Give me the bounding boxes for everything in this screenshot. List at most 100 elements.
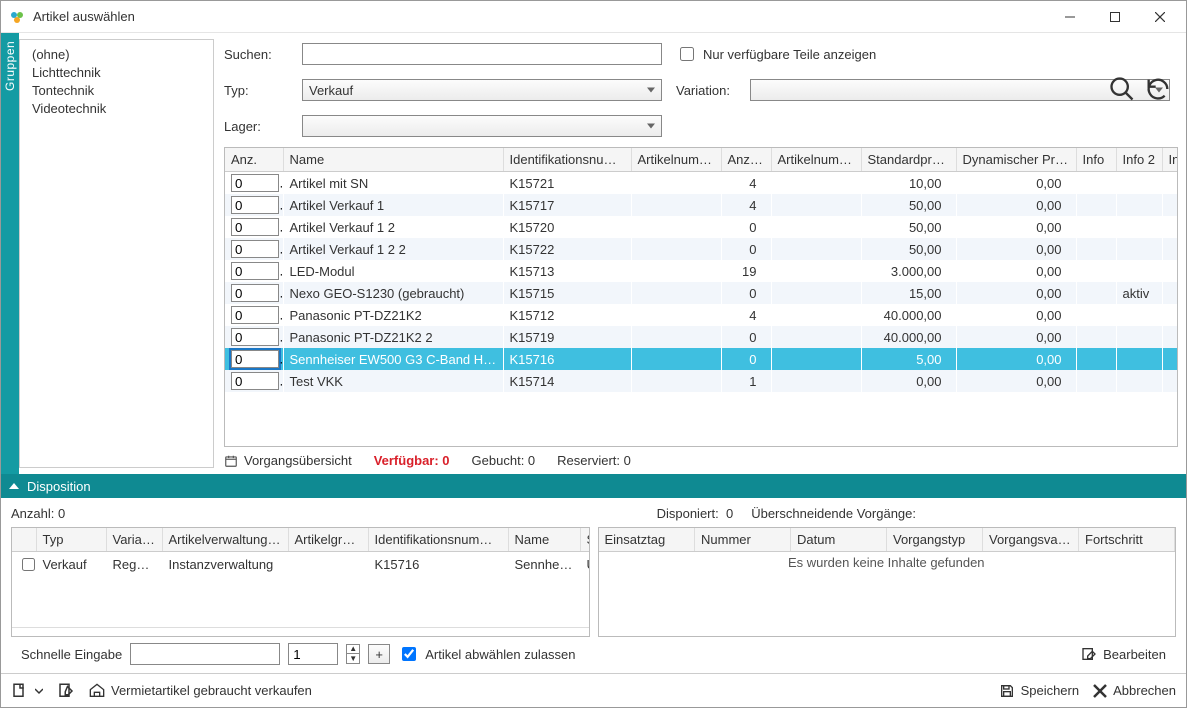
add-button[interactable]: + — [368, 644, 390, 664]
row-checkbox[interactable] — [22, 558, 35, 571]
overview-label[interactable]: Vorgangsübersicht — [244, 453, 352, 468]
table-row[interactable]: Panasonic PT-DZ21K2K15712440.000,000,00 — [225, 304, 1178, 326]
reset-icon[interactable] — [1144, 75, 1172, 103]
anz-input[interactable] — [231, 284, 279, 302]
cell — [1162, 282, 1178, 304]
column-header[interactable]: Vorgangstyp — [887, 528, 983, 552]
dispo-right-grid[interactable]: EinsatztagNummerDatumVorgangstypVorgangs… — [598, 527, 1177, 637]
cell — [1162, 216, 1178, 238]
column-header[interactable]: Info 2 — [1116, 148, 1162, 172]
edit-button[interactable]: Bearbeiten — [1081, 646, 1166, 662]
cell: Sennheiser EW500 G3 C-Band Handsen — [283, 348, 503, 370]
column-header[interactable]: Variation — [106, 528, 162, 552]
minimize-button[interactable] — [1047, 2, 1092, 32]
cell — [771, 370, 861, 392]
cell: K15722 — [503, 238, 631, 260]
article-table[interactable]: Anz.NameIdentifikationsnummerArtikelnumm… — [224, 147, 1178, 447]
stepper-up[interactable]: ▲ — [347, 645, 359, 654]
column-header[interactable]: Info — [1076, 148, 1116, 172]
column-header[interactable]: Identifikationsnummer — [368, 528, 508, 552]
cell: Artikel mit SN — [283, 172, 503, 195]
table-row[interactable]: Panasonic PT-DZ21K2 2K15719040.000,000,0… — [225, 326, 1178, 348]
column-header[interactable]: Se — [580, 528, 590, 552]
cell: 0,00 — [956, 238, 1076, 260]
new-document-button[interactable] — [11, 682, 43, 700]
column-header[interactable]: Standardpreis 1 — [861, 148, 956, 172]
dispo-left-grid[interactable]: TypVariationArtikelverwaltungsartArtikel… — [11, 527, 590, 637]
stock-dropdown[interactable] — [302, 115, 662, 137]
table-row[interactable]: LED-ModulK15713193.000,000,00 — [225, 260, 1178, 282]
column-header[interactable] — [12, 528, 36, 552]
column-header[interactable]: Anz. — [225, 148, 283, 172]
stepper-down[interactable]: ▼ — [347, 654, 359, 663]
table-row[interactable]: Artikel Verkauf 1 2 2K15722050,000,00 — [225, 238, 1178, 260]
column-header[interactable]: Fortschritt — [1079, 528, 1175, 552]
table-row[interactable]: Artikel Verkauf 1 2K15720050,000,00 — [225, 216, 1178, 238]
anz-input[interactable] — [231, 306, 279, 324]
column-header[interactable]: Info 3 — [1162, 148, 1178, 172]
column-header[interactable]: Artikelnummer — [631, 148, 721, 172]
table-row[interactable]: Artikel mit SNK15721410,000,00 — [225, 172, 1178, 195]
allow-deselect-checkbox[interactable]: Artikel abwählen zulassen — [398, 644, 575, 664]
anz-input[interactable] — [231, 328, 279, 346]
column-header[interactable]: Artikelnummer — [771, 148, 861, 172]
anz-input[interactable] — [231, 350, 279, 368]
type-dropdown[interactable]: Verkauf — [302, 79, 662, 101]
cell — [1116, 194, 1162, 216]
column-header[interactable]: Artikelgruppe — [288, 528, 368, 552]
column-header[interactable]: Artikelverwaltungsart — [162, 528, 288, 552]
close-button[interactable] — [1137, 2, 1182, 32]
anz-input[interactable] — [231, 262, 279, 280]
table-row[interactable]: Sennheiser EW500 G3 C-Band HandsenK15716… — [225, 348, 1178, 370]
column-header[interactable]: Einsatztag — [599, 528, 695, 552]
variation-dropdown[interactable] — [750, 79, 1170, 101]
search-icon[interactable] — [1108, 75, 1136, 103]
only-available-checkbox-input[interactable] — [680, 47, 694, 61]
cancel-button[interactable]: Abbrechen — [1093, 683, 1176, 698]
group-item[interactable]: Videotechnik — [32, 100, 201, 118]
column-header[interactable]: Name — [508, 528, 580, 552]
quick-code-input[interactable] — [130, 643, 280, 665]
anz-input[interactable] — [231, 196, 279, 214]
cell — [1116, 348, 1162, 370]
anz-input[interactable] — [231, 218, 279, 236]
anz-input[interactable] — [231, 372, 279, 390]
only-available-checkbox[interactable]: Nur verfügbare Teile anzeigen — [676, 44, 876, 64]
anz-input[interactable] — [231, 240, 279, 258]
table-row[interactable]: Artikel Verkauf 1K15717450,000,00 — [225, 194, 1178, 216]
horizontal-scrollbar[interactable] — [12, 627, 589, 637]
column-header[interactable]: Name — [283, 148, 503, 172]
quick-qty-input[interactable] — [288, 643, 338, 665]
cell — [1076, 194, 1116, 216]
allow-deselect-input[interactable] — [402, 647, 416, 661]
search-input[interactable] — [302, 43, 662, 65]
cell — [631, 194, 721, 216]
maximize-button[interactable] — [1092, 2, 1137, 32]
save-button[interactable]: Speichern — [999, 683, 1080, 699]
group-list[interactable]: (ohne) Lichttechnik Tontechnik Videotech… — [19, 39, 214, 468]
caret-up-icon — [9, 483, 19, 489]
disposition-header[interactable]: Disposition — [1, 474, 1186, 498]
cell: Instanzverwaltung — [162, 552, 288, 578]
column-header[interactable]: Dynamischer Preis 1 — [956, 148, 1076, 172]
cell — [1162, 348, 1178, 370]
groups-tab[interactable]: Gruppen — [1, 33, 19, 474]
column-header[interactable]: Datum — [791, 528, 887, 552]
table-row[interactable]: Nexo GEO-S1230 (gebraucht)K15715015,000,… — [225, 282, 1178, 304]
edit-document-button[interactable] — [57, 682, 75, 700]
group-item[interactable]: (ohne) — [32, 46, 201, 64]
table-row[interactable]: Test VKKK1571410,000,00 — [225, 370, 1178, 392]
cell: 50,00 — [861, 238, 956, 260]
cancel-label: Abbrechen — [1113, 683, 1176, 698]
column-header[interactable]: Anzahl — [721, 148, 771, 172]
column-header[interactable]: Typ — [36, 528, 106, 552]
column-header[interactable]: Identifikationsnummer — [503, 148, 631, 172]
anz-input[interactable] — [231, 174, 279, 192]
column-header[interactable]: Nummer — [695, 528, 791, 552]
group-item[interactable]: Tontechnik — [32, 82, 201, 100]
column-header[interactable]: Vorgangsvariation — [983, 528, 1079, 552]
sell-used-button[interactable]: Vermietartikel gebraucht verkaufen — [89, 683, 312, 699]
group-item[interactable]: Lichttechnik — [32, 64, 201, 82]
qty-stepper[interactable]: ▲▼ — [346, 644, 360, 664]
app-icon — [9, 9, 25, 25]
